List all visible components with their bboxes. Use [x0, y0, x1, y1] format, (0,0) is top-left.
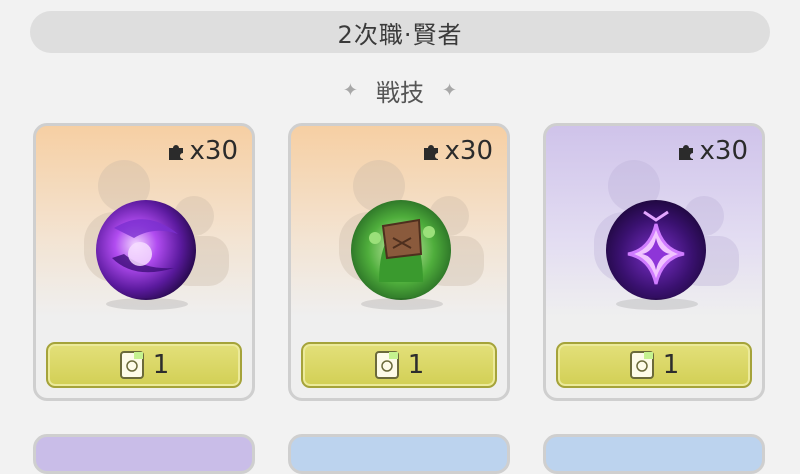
section-title: 戦技: [376, 78, 424, 107]
ticket-icon: [374, 351, 399, 379]
purple-orb-skill-icon: [96, 200, 196, 300]
cost-value: x30: [444, 136, 493, 166]
sparkle-icon: ✦: [442, 79, 458, 101]
tree-stump-creature-skill-icon: [351, 200, 451, 300]
puzzle-cost: x30: [166, 136, 238, 166]
cost-value: x30: [189, 136, 238, 166]
icon-shadow: [106, 298, 188, 310]
purple-diamond-rune-skill-icon: [606, 200, 706, 300]
learn-button[interactable]: 1: [301, 342, 497, 388]
skill-card[interactable]: x30 1: [288, 123, 510, 401]
skill-card[interactable]: x30 1: [33, 123, 255, 401]
icon-shadow: [616, 298, 698, 310]
skill-card[interactable]: x30 1: [543, 123, 765, 401]
skill-card-partial[interactable]: [543, 434, 765, 474]
job-title: 2次職·賢者: [337, 20, 463, 49]
learn-button[interactable]: 1: [46, 342, 242, 388]
icon-shadow: [361, 298, 443, 310]
job-title-bar: 2次職·賢者: [30, 11, 770, 53]
puzzle-cost: x30: [676, 136, 748, 166]
puzzle-cost: x30: [421, 136, 493, 166]
puzzle-piece-icon: [168, 145, 183, 160]
learn-button[interactable]: 1: [556, 342, 752, 388]
sparkle-icon: ✦: [342, 79, 358, 101]
price-value: 1: [407, 350, 425, 380]
price-value: 1: [662, 350, 680, 380]
price-value: 1: [152, 350, 170, 380]
puzzle-piece-icon: [423, 145, 438, 160]
ticket-icon: [629, 351, 654, 379]
skill-card-partial[interactable]: [33, 434, 255, 474]
cost-value: x30: [699, 136, 748, 166]
ticket-icon: [119, 351, 144, 379]
skill-card-partial[interactable]: [288, 434, 510, 474]
section-header: ✦ 戦技 ✦: [0, 70, 800, 110]
puzzle-piece-icon: [678, 145, 693, 160]
